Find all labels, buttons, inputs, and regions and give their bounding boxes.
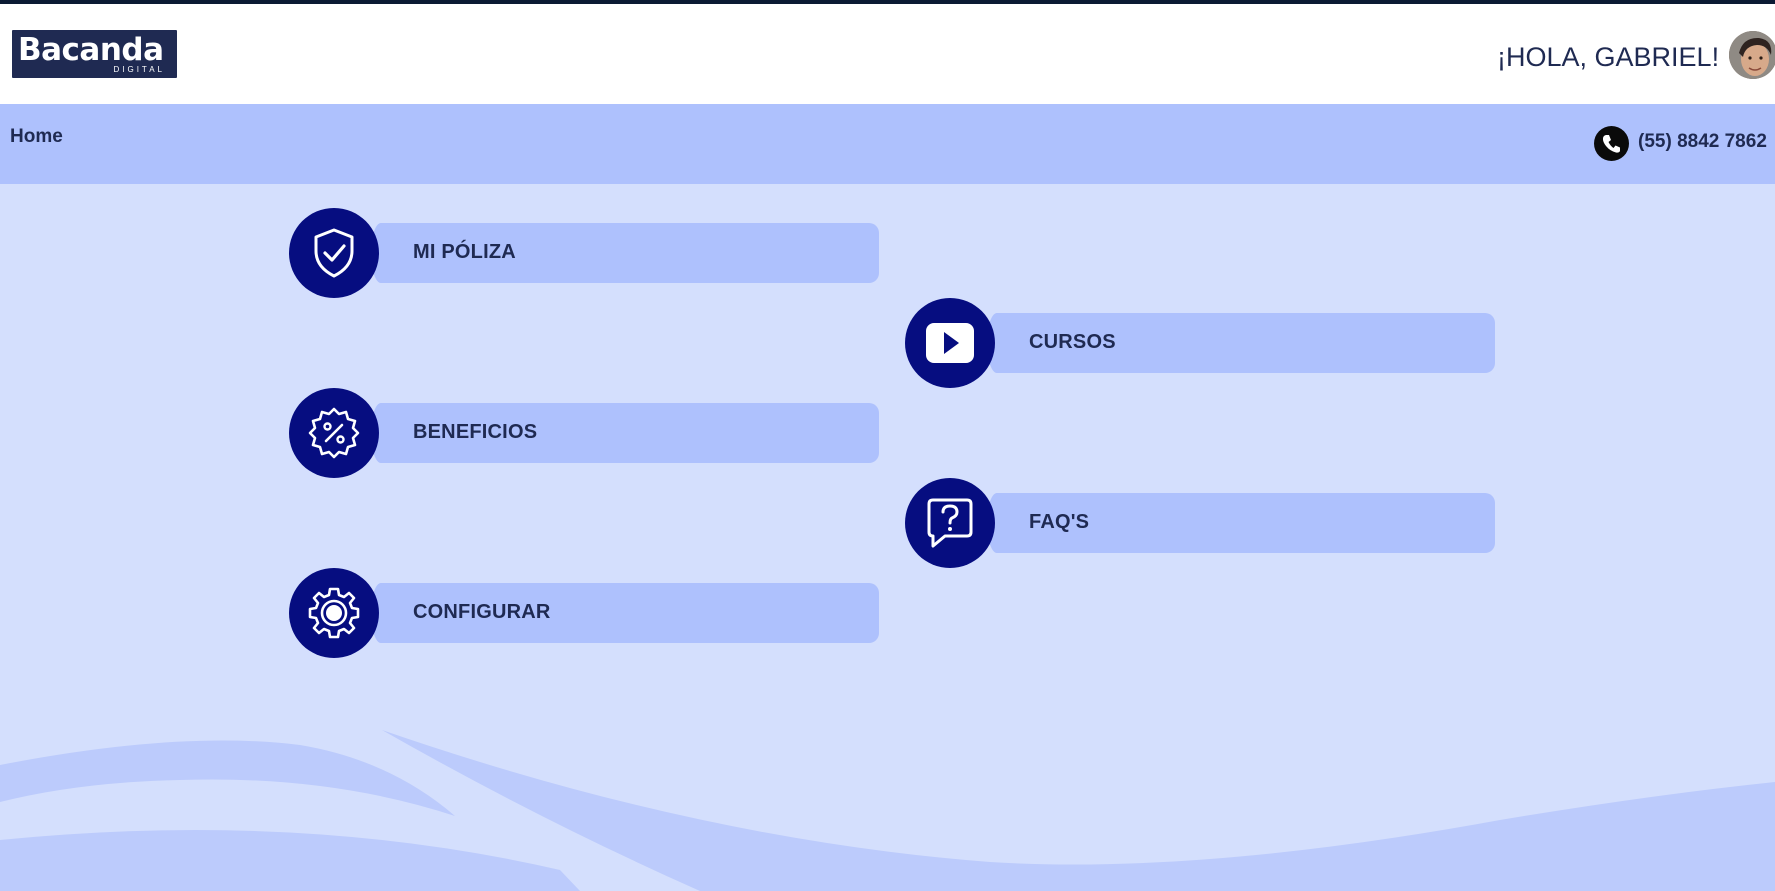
decorative-waves	[0, 730, 1775, 891]
menu-item-mi-poliza[interactable]: MI PÓLIZA	[289, 208, 881, 300]
menu-bar[interactable]: BENEFICIOS	[371, 403, 879, 463]
user-avatar-icon	[1729, 31, 1775, 79]
navbar: Home (55) 8842 7862	[0, 104, 1775, 184]
menu-item-faqs[interactable]: FAQ'S	[905, 478, 1497, 570]
question-bubble-icon	[905, 478, 995, 568]
shield-check-icon	[289, 208, 379, 298]
menu-bar[interactable]: FAQ'S	[987, 493, 1495, 553]
menu-bar[interactable]: CONFIGURAR	[371, 583, 879, 643]
logo-subtitle: DIGITAL	[113, 65, 165, 74]
logo[interactable]: Bacanda DIGITAL	[12, 30, 177, 78]
breadcrumb-home[interactable]: Home	[10, 126, 63, 148]
menu-label: CURSOS	[1029, 331, 1116, 353]
menu-label: CONFIGURAR	[413, 601, 551, 623]
menu-bar[interactable]: MI PÓLIZA	[371, 223, 879, 283]
gear-icon	[289, 568, 379, 658]
menu-label: FAQ'S	[1029, 511, 1090, 533]
phone-number[interactable]: (55) 8842 7862	[1638, 131, 1767, 153]
menu-item-configurar[interactable]: CONFIGURAR	[289, 568, 881, 660]
logo-wordmark: Bacanda	[18, 32, 164, 68]
menu-bar[interactable]: CURSOS	[987, 313, 1495, 373]
play-icon	[905, 298, 995, 388]
header: Bacanda DIGITAL ¡HOLA, GABRIEL!	[0, 4, 1775, 104]
menu-label: BENEFICIOS	[413, 421, 538, 443]
menu-item-cursos[interactable]: CURSOS	[905, 298, 1497, 390]
menu-item-beneficios[interactable]: BENEFICIOS	[289, 388, 881, 480]
avatar[interactable]	[1729, 31, 1775, 79]
phone-icon	[1594, 126, 1629, 161]
greeting: ¡HOLA, GABRIEL!	[1497, 42, 1720, 72]
percent-badge-icon	[289, 388, 379, 478]
menu-label: MI PÓLIZA	[413, 241, 516, 263]
